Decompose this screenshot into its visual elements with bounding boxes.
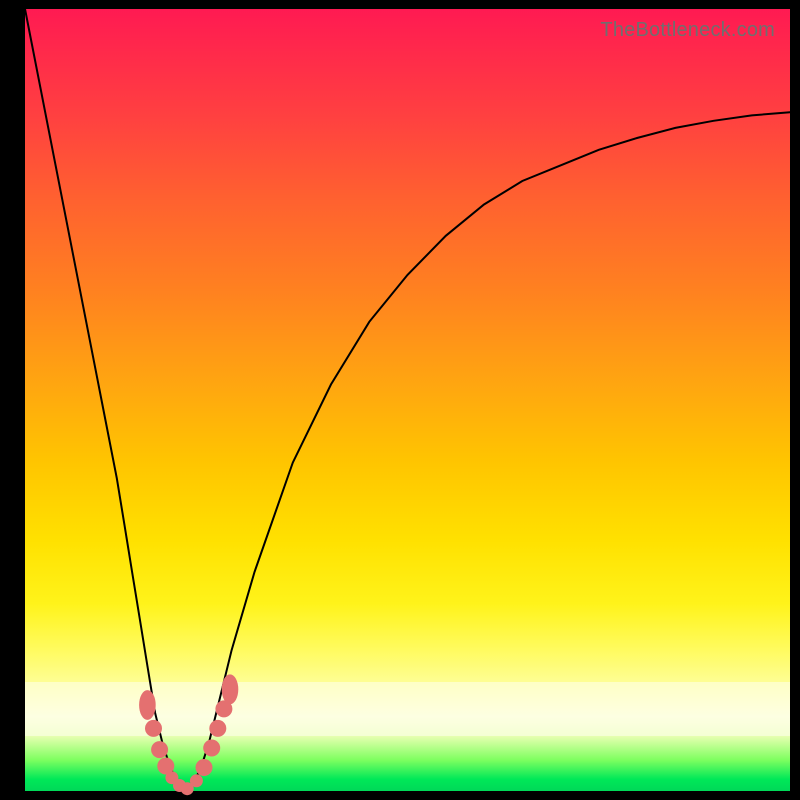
plot-area: TheBottleneck.com [25,9,790,791]
chart-frame: TheBottleneck.com [0,0,800,800]
markers-group [139,674,238,795]
data-marker [196,759,213,776]
data-marker [151,741,168,758]
data-marker [139,690,156,720]
bottleneck-curve-svg [25,9,790,791]
data-marker [209,720,226,737]
data-marker [190,774,203,787]
data-marker [203,740,220,757]
data-marker [222,674,239,704]
data-marker [145,720,162,737]
bottleneck-curve [25,9,790,791]
